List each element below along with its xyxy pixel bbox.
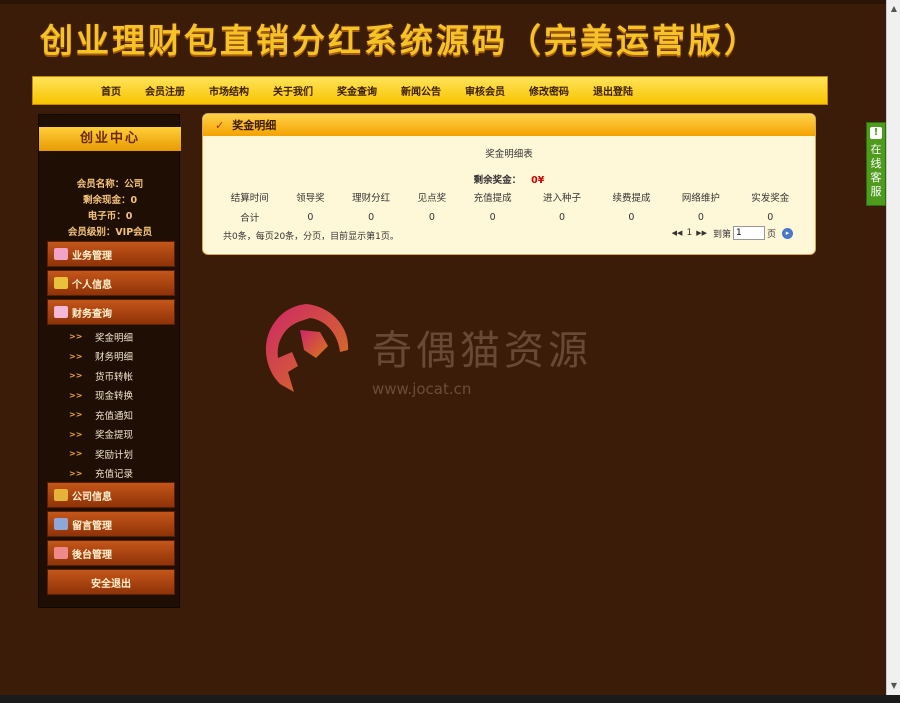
next-page-button[interactable]: ▶▶	[696, 229, 707, 237]
submenu-currency-transfer[interactable]: >> 货币转帐	[47, 366, 175, 386]
scroll-down-icon[interactable]: ▼	[887, 679, 900, 693]
goto-label: 到第	[712, 229, 731, 240]
sidebar-item-finance[interactable]: 财务查询	[47, 299, 175, 325]
table-row: 合计 0 0 0 0 0 0 0 0	[215, 207, 805, 227]
message-icon	[54, 518, 68, 530]
top-nav: 首页 会员注册 市场结构 关于我们 奖金查询 新闻公告 审核会员 修改密码 退出…	[32, 76, 828, 105]
sidebar-item-admin[interactable]: 後台管理	[47, 540, 175, 566]
panel-header: ✓ 奖金明细	[203, 114, 815, 136]
house-icon	[54, 547, 68, 559]
column-header: 结算时间	[230, 193, 269, 204]
pager: ◀◀ 1 ▶▶ 到第 页 ▸	[672, 226, 793, 240]
column-header: 实发奖金	[751, 193, 790, 204]
current-page: 1	[686, 228, 693, 238]
table-cell: 0	[307, 211, 314, 223]
submenu-finance-detail[interactable]: >> 财务明细	[47, 347, 175, 367]
scroll-up-icon[interactable]: ▲	[887, 2, 900, 16]
nav-market-structure[interactable]: 市场结构	[209, 83, 249, 98]
users-icon	[54, 277, 68, 289]
sidebar-item-label: 後台管理	[72, 549, 112, 561]
table-cell: 0	[559, 211, 566, 223]
sidebar-item-label: 财务查询	[72, 308, 112, 320]
nav-home[interactable]: 首页	[101, 83, 121, 98]
member-info: 会员名称：公司 剩余现金：0 电子币：0 会员级别：VIP会员	[39, 177, 181, 241]
wallet-icon	[54, 306, 68, 318]
go-button[interactable]: ▸	[782, 227, 793, 239]
bonus-table: 结算时间 领导奖 理财分红 见点奖 充值提成 进入种子 续费提成 网络维护 实发…	[215, 187, 805, 227]
pager-summary: 共0条，每页20条，分页，目前显示第1页。	[223, 232, 399, 242]
check-icon: ✓	[215, 118, 225, 132]
window-top-edge	[0, 0, 900, 4]
column-header: 理财分红	[352, 193, 391, 204]
watermark-url: www.jocat.cn	[372, 380, 472, 398]
nav-change-password[interactable]: 修改密码	[529, 83, 569, 98]
column-header: 充值提成	[473, 193, 512, 204]
sidebar-item-company[interactable]: 公司信息	[47, 482, 175, 508]
sidebar-item-label: 个人信息	[72, 279, 112, 291]
vertical-scrollbar[interactable]: ▲ ▼	[886, 0, 900, 695]
gold-icon	[54, 489, 68, 501]
column-header: 见点奖	[417, 193, 447, 204]
online-service-tab[interactable]: ! 在 线 客 服	[866, 122, 886, 206]
sidebar-item-label: 业务管理	[72, 250, 112, 262]
bonus-detail-panel: ✓ 奖金明细 奖金明细表 剩余奖金： 0¥ 结算时间 领导奖 理财分红 见点奖 充…	[202, 113, 816, 255]
watermark-text: 奇偶猫资源	[372, 328, 592, 374]
nav-bonus-query[interactable]: 奖金查询	[337, 83, 377, 98]
gift-icon	[54, 248, 68, 260]
sidebar: 创业中心 会员名称：公司 剩余现金：0 电子币：0 会员级别：VIP会员 业务管…	[38, 114, 181, 608]
column-header: 续费提成	[612, 193, 651, 204]
finance-submenu: >> 奖金明细 >> 财务明细 >> 货币转帐 >> 现金转换 >> 充值通知 >> 奖金提…	[47, 327, 175, 483]
logout-label: 安全退出	[91, 578, 131, 590]
table-caption: 奖金明细表	[485, 149, 533, 160]
submenu-recharge-records[interactable]: >> 充值记录	[47, 464, 175, 484]
panel-title: 奖金明细	[232, 119, 277, 132]
prev-page-button[interactable]: ◀◀	[672, 229, 683, 237]
remaining-bonus-value: 0¥	[531, 175, 545, 186]
sidebar-item-business[interactable]: 业务管理	[47, 241, 175, 267]
submenu-reward-plan[interactable]: >> 奖励计划	[47, 444, 175, 464]
site-title: 创业理财包直销分红系统源码（完美运营版）	[40, 21, 760, 60]
page-suffix: 页	[766, 229, 776, 240]
sidebar-item-personal[interactable]: 个人信息	[47, 270, 175, 296]
table-cell: 0	[628, 211, 635, 223]
member-name: 会员名称：公司	[76, 179, 144, 190]
cash-balance: 剩余现金：0	[82, 195, 138, 206]
remaining-bonus: 剩余奖金： 0¥	[203, 172, 815, 186]
table-header-row: 结算时间 领导奖 理财分红 见点奖 充值提成 进入种子 续费提成 网络维护 实发…	[215, 187, 805, 207]
submenu-recharge-notice[interactable]: >> 充值通知	[47, 405, 175, 425]
submenu-bonus-detail[interactable]: >> 奖金明细	[47, 327, 175, 347]
chat-icon: !	[870, 127, 882, 139]
goto-page-input[interactable]	[732, 226, 765, 240]
column-header: 领导奖	[296, 193, 325, 204]
nav-news[interactable]: 新闻公告	[401, 83, 441, 98]
window-bottom-edge	[0, 695, 900, 703]
table-cell: 0	[697, 211, 704, 223]
table-cell: 0	[489, 211, 496, 223]
sidebar-item-label: 留言管理	[72, 520, 112, 532]
sidebar-heading: 创业中心	[39, 127, 181, 151]
table-cell: 0	[767, 211, 774, 223]
nav-logout[interactable]: 退出登陆	[593, 83, 633, 98]
sidebar-item-label: 公司信息	[72, 491, 112, 503]
logout-button[interactable]: 安全退出	[47, 569, 175, 595]
watermark-logo	[265, 304, 349, 392]
nav-register[interactable]: 会员注册	[145, 83, 185, 98]
table-cell: 0	[368, 211, 375, 223]
submenu-cash-convert[interactable]: >> 现金转换	[47, 386, 175, 406]
e-coin-balance: 电子币：0	[87, 211, 133, 222]
column-header: 进入种子	[543, 193, 582, 204]
table-cell: 合计	[240, 213, 260, 224]
column-header: 网络维护	[681, 193, 720, 204]
nav-about[interactable]: 关于我们	[273, 83, 313, 98]
remaining-bonus-label: 剩余奖金：	[473, 175, 522, 186]
sidebar-item-messages[interactable]: 留言管理	[47, 511, 175, 537]
submenu-bonus-withdraw[interactable]: >> 奖金提现	[47, 425, 175, 445]
nav-review-members[interactable]: 审核会员	[465, 83, 505, 98]
table-cell: 0	[428, 211, 435, 223]
member-level: 会员级别：VIP会员	[67, 227, 153, 238]
